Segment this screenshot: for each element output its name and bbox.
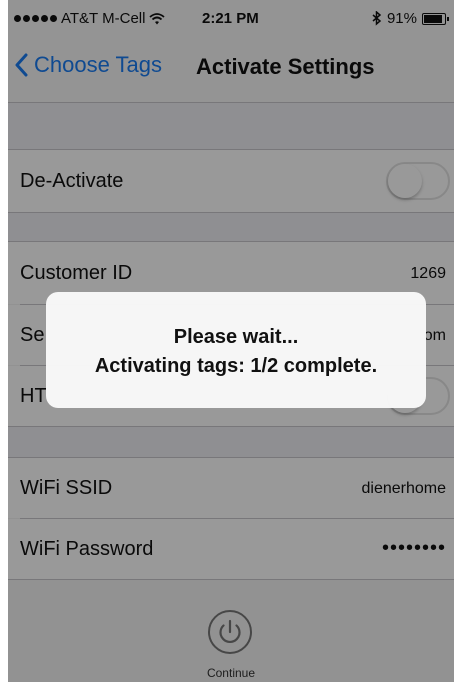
app-screen: AT&T M-Cell 2:21 PM 91% Choose Tags Acti… xyxy=(8,0,454,682)
progress-alert: Please wait... Activating tags: 1/2 comp… xyxy=(46,292,426,408)
alert-title: Please wait... xyxy=(173,326,299,348)
alert-message: Activating tags: 1/2 complete. xyxy=(94,355,378,377)
